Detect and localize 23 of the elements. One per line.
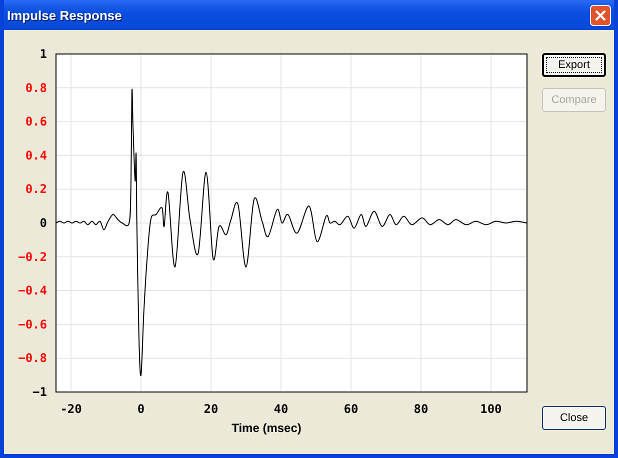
y-tick-label: −0.4 [18,284,47,298]
y-tick-label: −0.6 [18,317,47,332]
x-tick-label: 100 [480,402,502,416]
x-tick-label: 60 [344,402,358,416]
x-tick-label: 20 [204,402,218,416]
close-icon[interactable] [590,4,611,26]
window-title: Impulse Response [7,8,122,22]
y-tick-label: 0.2 [25,182,47,196]
close-button[interactable]: Close [542,406,606,430]
y-tick-label: 0.6 [25,114,47,129]
x-tick-label: 40 [274,402,288,416]
y-tick-label: 0.8 [25,80,47,95]
x-tick-label: -20 [60,402,82,416]
y-tick-label: 1 [40,47,47,61]
y-tick-label: −0.8 [18,351,47,366]
y-tick-label: 0.4 [25,148,47,162]
y-tick-label: 0 [40,216,47,230]
dialog-button[interactable]: Export [542,53,606,77]
y-tick-label: −0.2 [18,250,47,264]
x-tick-label: 80 [414,402,428,416]
x-axis-title: Time (msec) [232,421,302,435]
x-tick-label: 0 [137,402,145,416]
y-tick-label: −1 [32,385,47,399]
